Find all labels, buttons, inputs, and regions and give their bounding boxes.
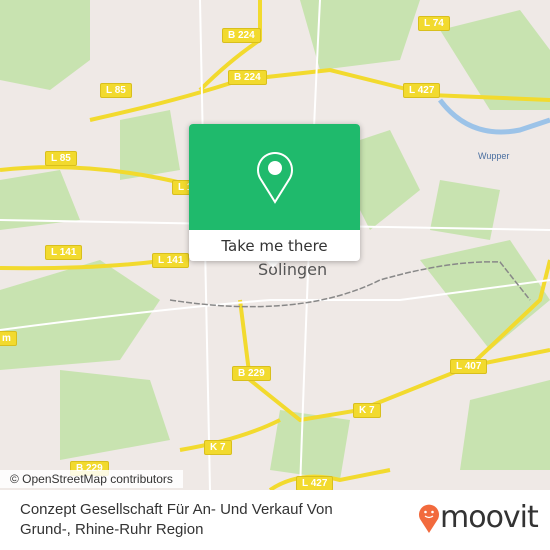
road-label: K 7	[353, 403, 381, 418]
road-label: B 229	[232, 366, 271, 381]
moovit-logo-text: moovit	[440, 500, 539, 535]
road-label: L 141	[152, 253, 190, 268]
road-label: K 7	[204, 440, 232, 455]
take-me-there-button[interactable]: Take me there	[189, 230, 360, 261]
road-label: L 427	[403, 83, 441, 98]
road-label: L 85	[45, 151, 77, 166]
road-label: L 74	[418, 16, 450, 31]
moovit-logo[interactable]: moovit	[418, 500, 539, 535]
moovit-pin-icon	[419, 504, 439, 533]
popup-header	[189, 124, 360, 230]
road-label: L 141	[45, 245, 83, 260]
road-label: L 407	[450, 359, 488, 374]
map-pin-icon	[256, 152, 293, 204]
map-attribution: © OpenStreetMap contributors	[0, 470, 183, 488]
place-title: Conzept Gesellschaft Für An- Und Verkauf…	[20, 501, 333, 538]
road-label: L 427	[296, 476, 334, 490]
road-label: B 224	[222, 28, 261, 43]
road-label: m	[0, 331, 17, 346]
river-label: Wupper	[478, 151, 510, 161]
road-label: L 85	[100, 83, 132, 98]
road-label: B 224	[228, 70, 267, 85]
location-popup: Take me there	[189, 124, 360, 261]
